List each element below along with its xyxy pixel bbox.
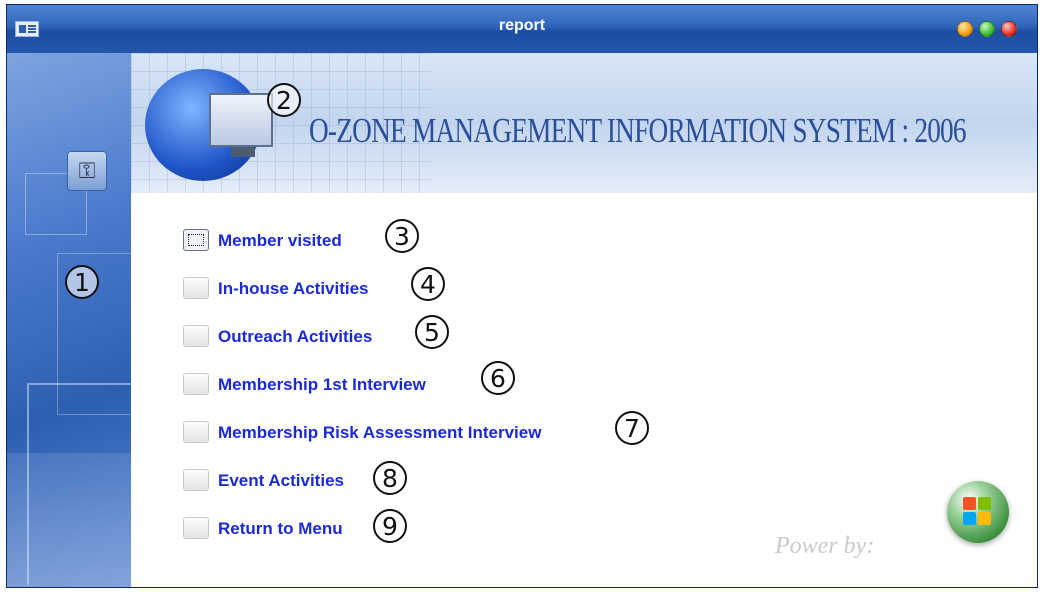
window-title: report bbox=[498, 17, 546, 34]
panel-decoration bbox=[27, 383, 131, 585]
outreach-activities-button[interactable] bbox=[183, 325, 209, 347]
computer-monitor-icon bbox=[209, 93, 273, 147]
callout-7: 7 bbox=[615, 411, 649, 445]
minimize-button[interactable] bbox=[957, 21, 973, 37]
membership-risk-assessment-interview-link[interactable]: Membership Risk Assessment Interview bbox=[218, 423, 541, 443]
outreach-activities-link[interactable]: Outreach Activities bbox=[218, 327, 372, 347]
in-house-activities-button[interactable] bbox=[183, 277, 209, 299]
callout-1: 1 bbox=[65, 265, 99, 299]
member-visited-link[interactable]: Member visited bbox=[218, 231, 342, 251]
header-banner: 2 O-ZONE MANAGEMENT INFORMATION SYSTEM :… bbox=[131, 53, 1037, 193]
app-title: O-ZONE MANAGEMENT INFORMATION SYSTEM : 2… bbox=[309, 111, 967, 150]
in-house-activities-link[interactable]: In-house Activities bbox=[218, 279, 369, 299]
return-to-menu-button[interactable] bbox=[183, 517, 209, 539]
member-visited-button[interactable] bbox=[183, 229, 209, 251]
close-button[interactable] bbox=[1001, 21, 1017, 37]
windows-logo-icon bbox=[947, 481, 1009, 543]
event-activities-button[interactable] bbox=[183, 469, 209, 491]
event-activities-link[interactable]: Event Activities bbox=[218, 471, 344, 491]
callout-2: 2 bbox=[267, 83, 301, 117]
callout-4: 4 bbox=[411, 267, 445, 301]
power-by-text: Power by: bbox=[775, 533, 875, 559]
membership-1st-interview-button[interactable] bbox=[183, 373, 209, 395]
monitor-stand bbox=[231, 147, 255, 157]
membership-1st-interview-link[interactable]: Membership 1st Interview bbox=[218, 375, 426, 395]
report-window: report ⚿ 1 2 O-ZONE MANAGEMENT INFORMATI… bbox=[6, 4, 1038, 588]
report-menu: Member visited 3 In-house Activities 4 O… bbox=[131, 193, 1037, 587]
membership-risk-assessment-interview-button[interactable] bbox=[183, 421, 209, 443]
left-panel: ⚿ 1 bbox=[7, 53, 131, 587]
key-icon[interactable]: ⚿ bbox=[67, 151, 107, 191]
callout-6: 6 bbox=[481, 361, 515, 395]
maximize-button[interactable] bbox=[979, 21, 995, 37]
callout-9: 9 bbox=[373, 509, 407, 543]
return-to-menu-link[interactable]: Return to Menu bbox=[218, 519, 343, 539]
callout-5: 5 bbox=[415, 315, 449, 349]
title-bar[interactable]: report bbox=[7, 5, 1037, 53]
callout-3: 3 bbox=[385, 219, 419, 253]
callout-8: 8 bbox=[373, 461, 407, 495]
